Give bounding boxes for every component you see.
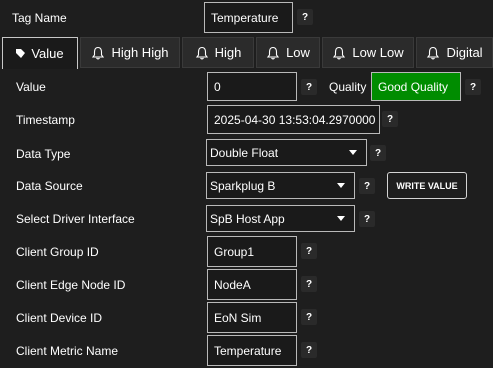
value-help-icon[interactable]: ? — [301, 79, 317, 95]
client-group-id-input[interactable]: Group1 — [207, 236, 297, 267]
data-type-label: Data Type — [16, 147, 71, 161]
timestamp-help-icon[interactable]: ? — [382, 111, 398, 127]
client-edge-node-id-help-icon[interactable]: ? — [301, 276, 317, 292]
tag-name-input[interactable]: Temperature — [204, 2, 293, 33]
client-device-id-input[interactable]: EoN Sim — [207, 302, 297, 333]
client-edge-node-id-input[interactable]: NodeA — [207, 269, 297, 300]
client-edge-node-id-label: Client Edge Node ID — [16, 278, 126, 292]
client-metric-name-label: Client Metric Name — [16, 344, 119, 358]
write-value-button[interactable]: WRITE VALUE — [387, 172, 467, 199]
client-metric-name-input[interactable]: Temperature — [207, 335, 297, 366]
data-source-label: Data Source — [16, 179, 83, 193]
tag-icon — [16, 49, 26, 58]
tab-digital-label: Digital — [446, 45, 483, 60]
bell-icon — [266, 46, 280, 60]
tab-high[interactable]: High — [182, 37, 254, 68]
tag-name-label: Tag Name — [12, 11, 67, 25]
client-device-id-label: Client Device ID — [16, 311, 103, 325]
chevron-down-icon — [337, 216, 345, 221]
bell-icon — [332, 46, 346, 60]
quality-status-badge: Good Quality — [371, 72, 461, 101]
data-type-select[interactable]: Double Float — [206, 139, 367, 166]
tab-high-high-label: High High — [111, 45, 169, 60]
chevron-down-icon — [349, 150, 357, 155]
tag-name-help-icon[interactable]: ? — [297, 9, 313, 25]
value-input[interactable]: 0 — [207, 72, 297, 101]
quality-label: Quality — [329, 80, 367, 94]
tab-bar: Value High High High Low Low Low Digital — [0, 37, 493, 69]
driver-interface-select[interactable]: SpB Host App — [206, 205, 355, 232]
driver-interface-value: SpB Host App — [210, 211, 285, 226]
tab-value-label: Value — [31, 46, 64, 61]
bell-icon — [426, 46, 440, 60]
data-source-select[interactable]: Sparkplug B — [206, 172, 355, 199]
client-group-id-help-icon[interactable]: ? — [301, 243, 317, 259]
client-group-id-label: Client Group ID — [16, 245, 99, 259]
chevron-down-icon — [337, 183, 345, 188]
tab-low-low[interactable]: Low Low — [322, 37, 414, 68]
tab-value[interactable]: Value — [2, 37, 78, 69]
tab-high-high[interactable]: High High — [80, 37, 180, 68]
timestamp-input[interactable]: 2025-04-30 13:53:04.2970000 — [207, 105, 380, 134]
tab-high-label: High — [214, 45, 242, 60]
value-label: Value — [16, 80, 46, 94]
data-source-help-icon[interactable]: ? — [359, 178, 375, 194]
bell-icon — [91, 46, 105, 60]
tab-digital[interactable]: Digital — [416, 37, 493, 68]
client-device-id-help-icon[interactable]: ? — [301, 309, 317, 325]
client-metric-name-help-icon[interactable]: ? — [301, 342, 317, 358]
timestamp-label: Timestamp — [16, 113, 75, 127]
tab-low-label: Low — [286, 45, 310, 60]
data-type-help-icon[interactable]: ? — [370, 145, 386, 161]
data-type-value: Double Float — [210, 145, 279, 160]
driver-interface-help-icon[interactable]: ? — [359, 211, 375, 227]
driver-interface-label: Select Driver Interface — [16, 212, 135, 226]
bell-icon — [195, 46, 209, 60]
tab-low[interactable]: Low — [256, 37, 320, 68]
tab-low-low-label: Low Low — [352, 45, 404, 60]
quality-help-icon[interactable]: ? — [465, 79, 481, 95]
data-source-value: Sparkplug B — [210, 178, 276, 193]
